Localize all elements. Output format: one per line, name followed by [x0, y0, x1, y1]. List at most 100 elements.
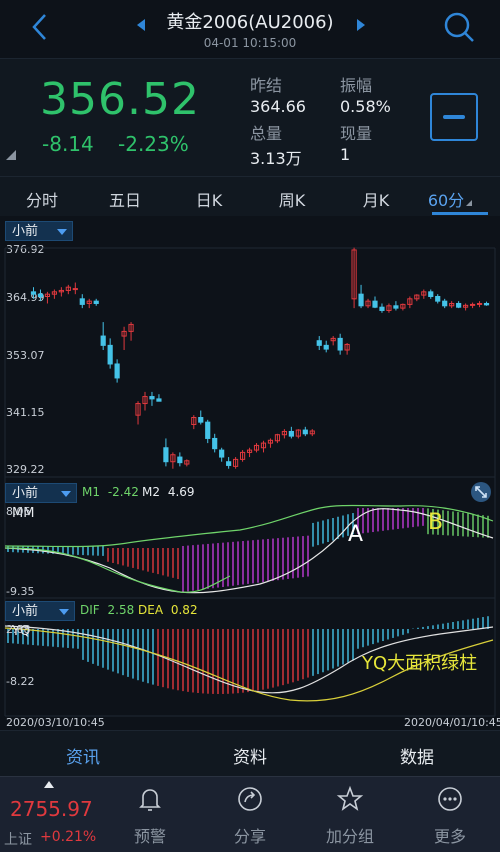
candle-body: [163, 447, 169, 463]
more-icon: [438, 787, 462, 811]
index-ticker[interactable]: 2755.97 上证 +0.21%: [0, 777, 100, 852]
yq-y-top: 2.68: [6, 623, 31, 636]
yq-indicator-select[interactable]: 小前YQ: [5, 601, 75, 639]
collapse-button[interactable]: [430, 93, 478, 141]
candle-body: [483, 302, 490, 306]
annotation-a: A: [348, 522, 364, 547]
candle-body: [212, 437, 218, 450]
x-axis-start: 2020/03/10/10:45: [6, 716, 105, 729]
candle-body: [379, 306, 385, 311]
bottom-nav: 2755.97 上证 +0.21% 预警 分享 加分组 更多: [0, 776, 500, 852]
m1-value: -2.42: [107, 485, 139, 499]
m1-label: M1: [82, 485, 100, 499]
candle-body: [205, 421, 211, 439]
page-title: 黄金2006(AU2006): [166, 12, 334, 33]
prev-contract-icon[interactable]: [134, 18, 148, 32]
candle-body: [198, 417, 204, 423]
tab-five-day[interactable]: 五日: [95, 187, 155, 211]
nav-share[interactable]: 分享: [200, 777, 300, 852]
candlestick-series: [30, 247, 490, 469]
nav-alert[interactable]: 预警: [100, 777, 200, 852]
mm-y-bottom: -9.35: [6, 585, 35, 598]
price-change: -8.14: [42, 132, 94, 156]
tab-profile[interactable]: 资料: [200, 743, 300, 768]
candle-body: [442, 300, 448, 307]
candle-body: [226, 461, 232, 466]
candle-body: [428, 291, 434, 297]
index-change: +0.21%: [40, 829, 97, 845]
candle-body: [358, 293, 364, 307]
tab-60min-label: 60分: [427, 191, 465, 210]
candle-body: [393, 305, 399, 309]
candle-body: [114, 363, 120, 379]
current-volume-label: 现量: [340, 124, 373, 143]
mm-indicator-select[interactable]: 小前MM: [5, 483, 77, 521]
x-axis-end: 2020/04/01/10:45: [404, 716, 500, 729]
dea-value: 0.82: [170, 603, 198, 617]
prev-settle-label: 昨结: [250, 76, 283, 95]
candle-body: [79, 298, 85, 305]
yq-annotation: YQ大面积绿柱: [362, 653, 478, 674]
dif-value: 2.58: [107, 603, 135, 617]
m2-readout: M2 4.69: [142, 485, 195, 499]
candle-body: [107, 344, 113, 365]
expand-arrows-icon[interactable]: [470, 481, 492, 503]
candle-body: [456, 302, 462, 308]
candle-body: [37, 293, 44, 297]
tab-intraday[interactable]: 分时: [12, 187, 72, 211]
candle-body: [323, 344, 329, 350]
chevron-down-icon: [61, 491, 71, 497]
tab-data[interactable]: 数据: [367, 743, 467, 768]
chevron-down-icon: [59, 609, 69, 615]
amplitude-label: 振幅: [340, 76, 373, 95]
tab-weekly-k[interactable]: 周K: [262, 187, 322, 211]
bell-icon: [139, 789, 161, 811]
m2-label: M2: [142, 485, 160, 499]
mm-histogram: [7, 508, 489, 592]
info-tabs: 资讯 资料 数据: [0, 730, 500, 777]
candle-body: [435, 295, 441, 302]
tab-news[interactable]: 资讯: [33, 743, 133, 768]
dropdown-triangle-icon: [466, 200, 473, 206]
candle-body: [316, 340, 322, 346]
annotation-b: B: [428, 510, 444, 535]
next-contract-icon[interactable]: [354, 18, 368, 32]
candle-body: [372, 300, 378, 308]
candle-body: [149, 396, 155, 400]
candle-body: [100, 335, 106, 346]
mm-band-upper: [4, 504, 494, 548]
total-volume-label: 总量: [250, 124, 283, 143]
total-volume-value: 3.13万: [250, 149, 302, 168]
corner-triangle-icon: [6, 150, 16, 160]
index-name: 上证: [4, 832, 32, 848]
candle-body: [177, 456, 183, 464]
yq-y-bottom: -8.22: [6, 675, 35, 688]
active-tab-indicator: [432, 212, 488, 215]
dea-readout: DEA 0.82: [138, 603, 198, 617]
candle-body: [302, 429, 308, 435]
tab-60min[interactable]: 60分: [420, 187, 480, 211]
mm-panel: [4, 504, 494, 594]
dea-label: DEA: [138, 603, 164, 617]
m2-value: 4.69: [167, 485, 195, 499]
current-volume-value: 1: [340, 145, 351, 164]
prev-settle-value: 364.66: [250, 97, 306, 116]
dif-label: DIF: [80, 603, 100, 617]
search-icon[interactable]: [442, 10, 476, 44]
share-icon: [238, 787, 262, 811]
candle-body: [337, 337, 343, 351]
candle-body: [72, 288, 78, 291]
m1-readout: M1 -2.42: [82, 485, 139, 499]
candle-body: [93, 300, 99, 304]
candle-body: [288, 430, 294, 437]
nav-more[interactable]: 更多: [400, 777, 500, 852]
candle-body: [30, 291, 37, 295]
quote-timestamp: 04-01 10:15:00: [203, 36, 297, 50]
index-value: 2755.97: [10, 797, 93, 821]
tab-monthly-k[interactable]: 月K: [346, 187, 406, 211]
nav-add-group[interactable]: 加分组: [300, 777, 400, 852]
back-arrow-icon[interactable]: [26, 12, 56, 42]
last-price: 356.52: [40, 74, 200, 125]
tab-daily-k[interactable]: 日K: [179, 187, 239, 211]
nav-share-label: 分享: [233, 827, 266, 846]
